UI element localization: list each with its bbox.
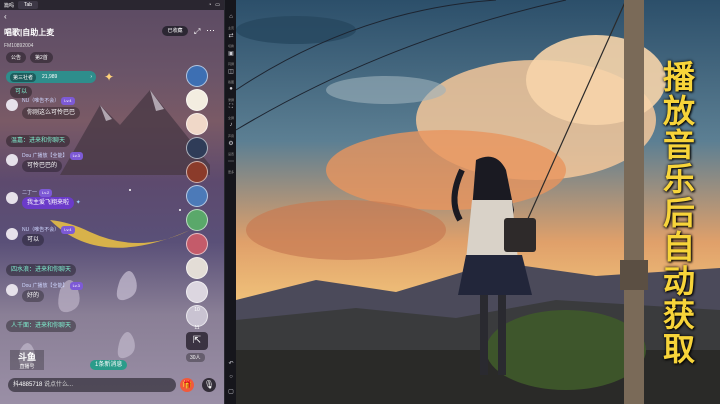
browser-tab[interactable]: Tab: [18, 1, 39, 9]
audience-avatar[interactable]: [186, 137, 208, 159]
chat-message: 温嘉：进来和你聊天: [6, 135, 71, 147]
chat-username[interactable]: Dou 广播放【全能】: [22, 153, 68, 159]
sofa-icon[interactable]: ⇱: [186, 332, 208, 350]
audience-avatar[interactable]: [186, 233, 208, 255]
avatar[interactable]: [6, 99, 18, 111]
collect-button[interactable]: 已收藏: [162, 26, 188, 36]
level-badge: Lv.3: [69, 152, 83, 160]
share-icon[interactable]: ⤢: [194, 27, 200, 37]
rank-number: 11: [194, 325, 200, 331]
more-icon[interactable]: ⋯: [206, 25, 215, 36]
anime-wallpaper: [236, 0, 720, 404]
chat-message: 四水浪：进来和你聊天: [6, 264, 77, 276]
chat-username[interactable]: NU（唯告不会）: [22, 227, 59, 233]
audience-avatar[interactable]: [186, 209, 208, 231]
settings-icon[interactable]: ⚙: [226, 140, 236, 152]
chat-username[interactable]: NU（唯告不会）: [22, 98, 59, 104]
chat-system-text: 人千面：进来和你聊天: [6, 320, 77, 332]
audience-avatar[interactable]: [186, 113, 208, 135]
screenshot-icon[interactable]: ◫: [226, 68, 236, 80]
avatar[interactable]: [6, 192, 18, 204]
rank-value: 21,989: [42, 74, 58, 80]
status-bar: 篇吗 Tab ◔ ▭: [0, 0, 224, 10]
chat-message: NU（唯告不会） Lv.4 可以: [22, 226, 75, 246]
audience-avatar[interactable]: [186, 185, 208, 207]
chat-text: 你刚这么可怜巴巴: [22, 107, 81, 119]
watermark-id: 抖4885718: [13, 382, 43, 388]
rank-label: 第三社者: [10, 72, 37, 82]
chat-username[interactable]: 二丁一: [22, 190, 37, 196]
chat-message: 人千面：进来和你聊天: [6, 320, 77, 332]
chevron-right-icon: ›: [90, 74, 92, 80]
gift-button[interactable]: 🎁: [180, 378, 194, 392]
live-room-panel: 篇吗 Tab ◔ ▭ ‹ 唱歌|自助上麦 FM10892004 已收藏 ⤢ ⋯ …: [0, 0, 224, 404]
home-icon[interactable]: ○: [226, 374, 236, 386]
chat-message: NU（唯告不会） Lv.4 你刚这么可怜巴巴: [22, 97, 81, 119]
svg-text:直播号: 直播号: [19, 363, 34, 370]
switch-icon[interactable]: ⇄: [226, 32, 236, 44]
chat-text: 好的: [22, 290, 45, 302]
chat-input[interactable]: 抖4885718 说点什么...: [8, 378, 176, 392]
chat-username[interactable]: Dou 广播放【全能】: [22, 283, 68, 289]
volume-icon[interactable]: ♪: [226, 122, 236, 134]
back-icon[interactable]: ‹: [4, 12, 7, 21]
back-icon[interactable]: ↶: [226, 360, 236, 372]
level-badge: Lv.2: [39, 189, 53, 197]
level-badge: Lv.4: [61, 226, 75, 234]
audience-count[interactable]: 30人: [186, 353, 205, 362]
input-placeholder: 说点什么...: [44, 382, 74, 388]
chat-text: 可怜巴巴的: [22, 160, 63, 172]
rank-number: 10: [194, 307, 200, 313]
gift-icon: 🎁: [182, 380, 192, 389]
platform-logo: 斗鱼 直播号: [10, 350, 44, 370]
audience-avatar[interactable]: [186, 281, 208, 303]
wifi-icon: ◔: [208, 2, 212, 8]
sparkle-icon: ✦: [75, 200, 81, 206]
room-chips: 公告 第2首: [6, 52, 53, 63]
sparkle-icon: ✦: [104, 70, 115, 84]
overlay-caption: 播放音乐后自动获取: [662, 58, 695, 368]
new-message-text: 1条新消息: [95, 362, 123, 368]
chat-message: Dou 广播放【全能】 Lv.3 可怜巴巴的: [22, 152, 83, 172]
more-icon[interactable]: ⋯: [226, 158, 236, 170]
audience-avatar[interactable]: [186, 257, 208, 279]
avatar[interactable]: [6, 284, 18, 296]
avatar[interactable]: [6, 228, 18, 240]
screen-icon[interactable]: ▣: [226, 50, 236, 62]
level-badge: Lv.3: [69, 282, 83, 290]
rank-pill[interactable]: 第三社者 21,989 ›: [6, 71, 96, 83]
battery-icon: ▭: [215, 2, 220, 8]
audience-avatar[interactable]: [186, 89, 208, 111]
recent-apps-icon[interactable]: ▢: [226, 388, 236, 400]
fullscreen-icon[interactable]: ⛶: [226, 104, 236, 116]
chat-system-text: 四水浪：进来和你聊天: [6, 264, 77, 276]
chip-notice[interactable]: 公告: [6, 52, 27, 63]
chat-text: 我主爱飞翔来啦: [22, 197, 75, 209]
chat-system-text: 温嘉：进来和你聊天: [6, 135, 71, 147]
sunset-scene: [236, 0, 720, 404]
audience-avatar[interactable]: [186, 161, 208, 183]
record-icon[interactable]: ●: [226, 86, 236, 98]
new-message-pill[interactable]: 1条新消息: [90, 360, 128, 370]
level-badge: Lv.4: [61, 97, 75, 105]
status-time: 篇吗: [4, 2, 15, 9]
chat-message: 二丁一 Lv.2 我主爱飞翔来啦 ✦: [22, 189, 81, 209]
home-icon[interactable]: ⌂: [226, 14, 236, 26]
audience-avatar[interactable]: [186, 65, 208, 87]
svg-text:斗鱼: 斗鱼: [18, 351, 36, 363]
mic-off-icon: 🎙: [203, 380, 215, 389]
chip-song[interactable]: 第2首: [30, 52, 53, 63]
top-bar: ‹: [0, 10, 224, 22]
chat-text: 可以: [22, 234, 45, 246]
chat-message: Dou 广播放【全能】 Lv.3 好的: [22, 282, 83, 302]
mic-button[interactable]: 🎙: [202, 378, 216, 392]
room-id: FM10892004: [4, 43, 34, 49]
avatar[interactable]: [6, 154, 18, 166]
